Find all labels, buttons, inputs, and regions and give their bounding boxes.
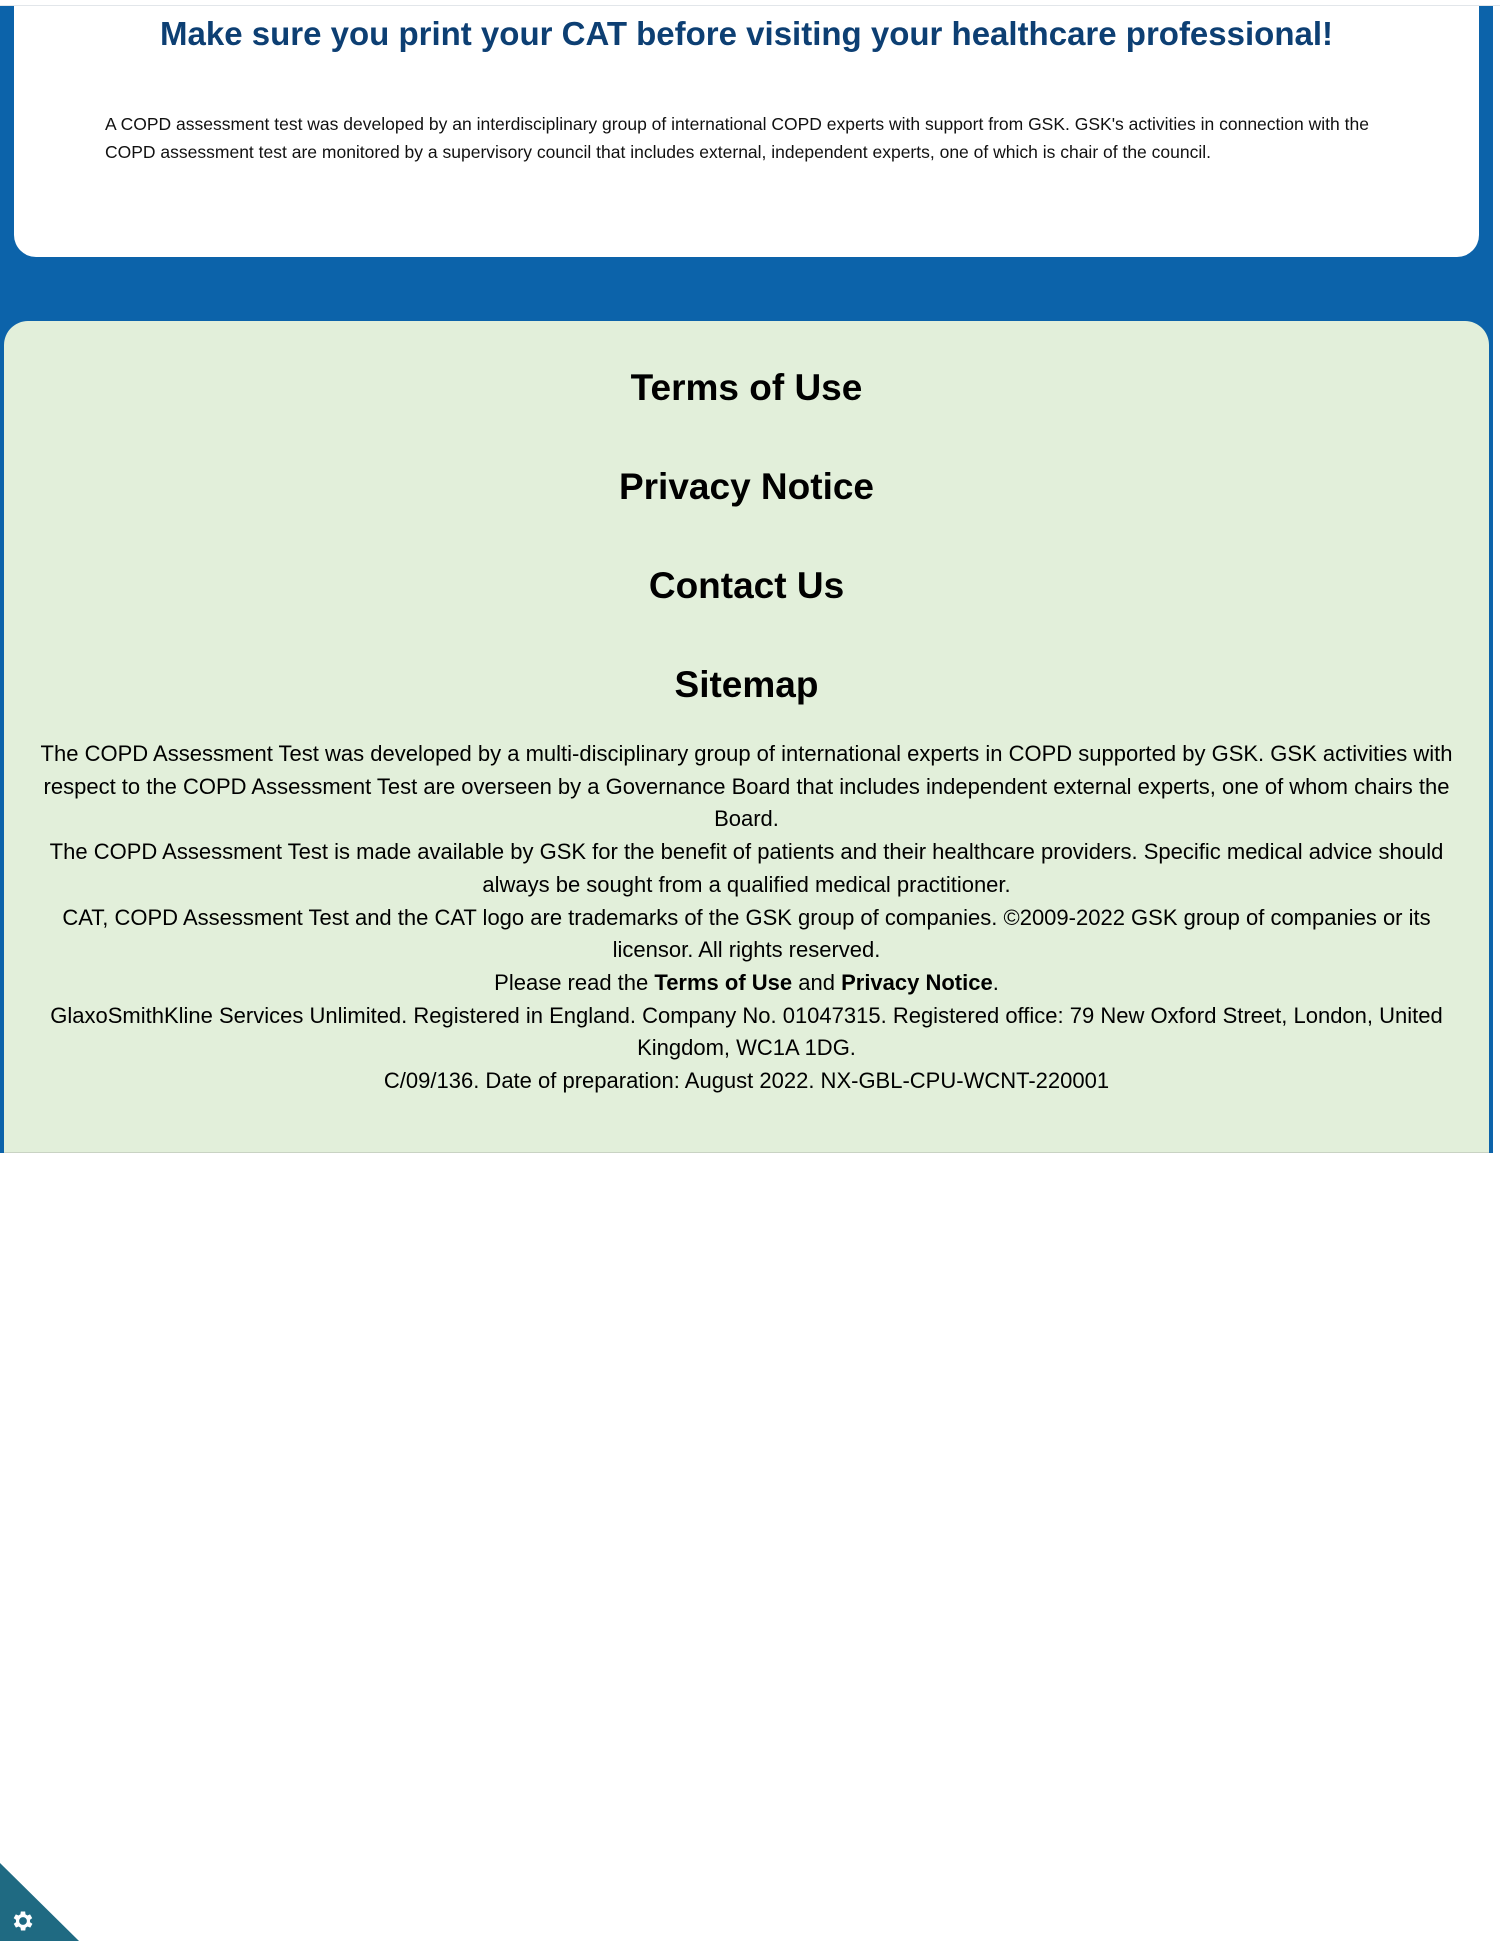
legal-read-middle: and — [792, 969, 842, 995]
gear-icon[interactable] — [10, 1908, 36, 1934]
footer-link-privacy-notice[interactable]: Privacy Notice — [619, 461, 874, 513]
legal-privacy-notice-link[interactable]: Privacy Notice — [841, 970, 993, 995]
footer: Terms of Use Privacy Notice Contact Us S… — [4, 321, 1489, 1153]
legal-terms-of-use-link[interactable]: Terms of Use — [654, 970, 792, 995]
legal-trademark-statement: CAT, COPD Assessment Test and the CAT lo… — [62, 904, 1431, 963]
footer-link-contact-us[interactable]: Contact Us — [649, 560, 844, 612]
footer-link-item: Terms of Use — [4, 362, 1489, 461]
legal-company-registration: GlaxoSmithKline Services Unlimited. Regi… — [50, 1002, 1443, 1061]
print-reminder-title: Make sure you print your CAT before visi… — [160, 15, 1333, 52]
page: Make sure you print your CAT before visi… — [0, 0, 1500, 1941]
footer-link-sitemap[interactable]: Sitemap — [675, 659, 819, 711]
footer-links: Terms of Use Privacy Notice Contact Us S… — [4, 362, 1489, 758]
legal-read-terms-line: Please read the Terms of Use and Privacy… — [22, 967, 1471, 1000]
legal-text: The COPD Assessment Test was developed b… — [22, 738, 1471, 1098]
legal-read-prefix: Please read the — [494, 969, 655, 995]
legal-preparation-code: C/09/136. Date of preparation: August 20… — [383, 1068, 1110, 1094]
footer-link-item: Privacy Notice — [4, 461, 1489, 560]
print-reminder-card: Make sure you print your CAT before visi… — [14, 6, 1479, 257]
legal-development-statement: The COPD Assessment Test was developed b… — [40, 741, 1453, 832]
legal-medical-advice-statement: The COPD Assessment Test is made availab… — [49, 839, 1444, 897]
print-reminder-text: A COPD assessment test was developed by … — [105, 114, 1369, 162]
footer-link-terms-of-use[interactable]: Terms of Use — [631, 362, 863, 414]
legal-read-suffix: . — [992, 969, 999, 995]
footer-link-item: Contact Us — [4, 560, 1489, 659]
